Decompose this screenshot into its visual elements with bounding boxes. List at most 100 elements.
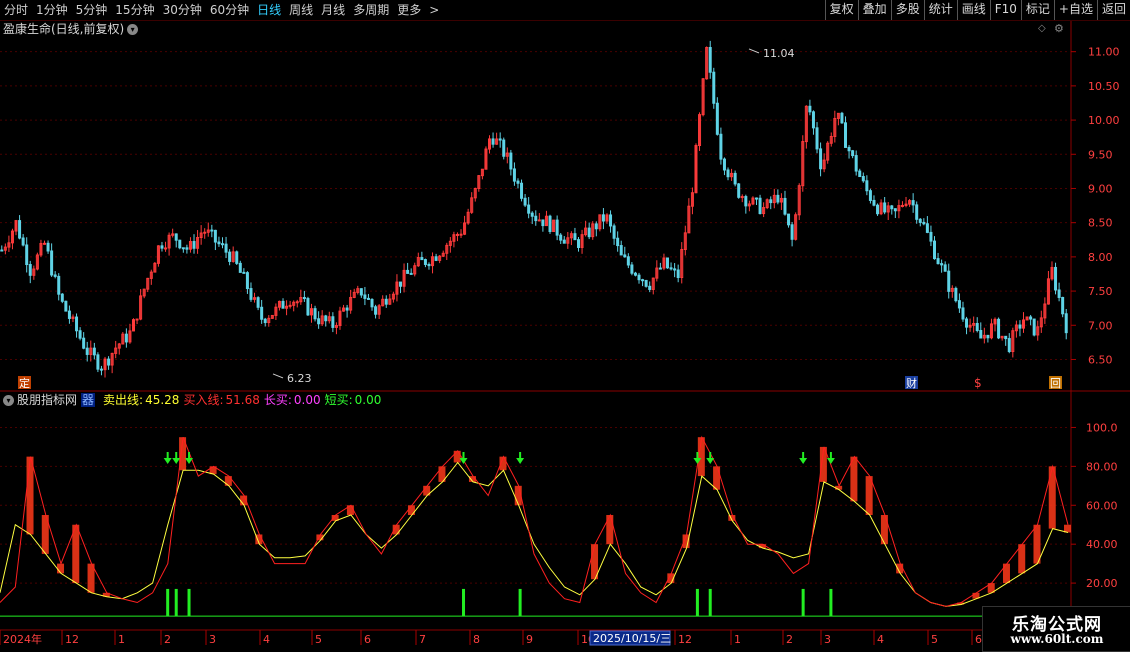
candle-body bbox=[719, 133, 723, 160]
candle-body bbox=[1007, 338, 1011, 353]
candle-body bbox=[498, 138, 502, 141]
candle-body bbox=[925, 223, 929, 233]
candle-body bbox=[844, 122, 847, 148]
signal-bar bbox=[518, 588, 522, 617]
candle-body bbox=[943, 264, 947, 272]
candle-body bbox=[21, 237, 25, 246]
candle-body bbox=[612, 225, 616, 239]
candle-body bbox=[57, 275, 61, 295]
indicator-name[interactable]: 股朋指标网 bbox=[17, 393, 77, 407]
time-axis-label: 8 bbox=[473, 633, 480, 646]
indicator-item-label: 买入线: bbox=[183, 393, 224, 407]
price-tick-label: 6.50 bbox=[1088, 353, 1113, 366]
candle-body bbox=[868, 190, 872, 201]
time-axis-label: 4 bbox=[877, 633, 884, 646]
candle-body bbox=[181, 247, 185, 250]
candle-body bbox=[872, 199, 876, 206]
high-pointer bbox=[748, 48, 760, 54]
candle-body bbox=[281, 300, 285, 309]
candle-body bbox=[534, 215, 538, 222]
time-axis-label: 2024年 bbox=[3, 632, 42, 646]
time-axis-label: 2 bbox=[164, 633, 171, 646]
candle-body bbox=[979, 330, 983, 339]
watermark-logo: 乐淘公式网 www.60lt.com bbox=[982, 606, 1130, 652]
finance-marker[interactable]: 财 bbox=[906, 376, 917, 390]
down-arrow-icon bbox=[172, 458, 181, 464]
candle-body bbox=[1004, 335, 1008, 340]
candle-body bbox=[776, 194, 780, 203]
down-arrow-icon bbox=[516, 458, 525, 464]
stock-title-text: 盈康生命(日线,前复权) bbox=[3, 22, 125, 36]
candle-body bbox=[28, 264, 32, 276]
candle-body bbox=[666, 257, 669, 269]
candle-body bbox=[1054, 266, 1058, 291]
down-arrow-icon bbox=[799, 458, 808, 464]
candle-body bbox=[75, 316, 79, 332]
candle-body bbox=[811, 111, 815, 129]
candle-body bbox=[1061, 296, 1065, 315]
candle-body bbox=[174, 233, 178, 241]
ding-marker[interactable]: 定 bbox=[19, 376, 30, 390]
candle-body bbox=[25, 244, 29, 266]
watermark-url: www.60lt.com bbox=[1010, 632, 1104, 646]
candle-body bbox=[954, 287, 958, 302]
candle-body bbox=[317, 318, 321, 325]
candle-body bbox=[399, 281, 402, 287]
indicator-block bbox=[453, 450, 461, 463]
candle-body bbox=[520, 182, 524, 199]
time-axis-label: 6 bbox=[975, 633, 982, 646]
candle-body bbox=[306, 298, 310, 316]
candle-body bbox=[509, 152, 513, 170]
diamond-icon[interactable]: ◇ bbox=[1038, 23, 1046, 34]
time-axis-label: 2 bbox=[786, 633, 793, 646]
candle-body bbox=[726, 169, 730, 178]
candle-body bbox=[523, 197, 527, 206]
candle-body bbox=[491, 138, 495, 145]
time-axis-label: 3 bbox=[209, 633, 216, 646]
candle-body bbox=[96, 354, 100, 370]
candle-body bbox=[918, 218, 922, 223]
kline-chart[interactable]: 11.0010.5010.009.509.008.508.007.507.006… bbox=[0, 0, 1130, 650]
candle-body bbox=[865, 180, 869, 192]
candle-body bbox=[876, 204, 880, 215]
candle-body bbox=[537, 219, 541, 222]
candle-body bbox=[107, 358, 111, 366]
candle-body bbox=[0, 249, 4, 252]
candle-body bbox=[192, 241, 196, 249]
indicator-block bbox=[224, 476, 232, 486]
indicator-tag[interactable]: 器 bbox=[81, 393, 96, 407]
candle-body bbox=[420, 257, 424, 261]
candle-body bbox=[562, 239, 566, 244]
chevron-down-icon[interactable]: ▾ bbox=[127, 24, 139, 35]
candle-body bbox=[313, 308, 317, 320]
candle-body bbox=[249, 288, 253, 300]
candle-body bbox=[185, 247, 189, 250]
candle-body bbox=[1029, 316, 1033, 320]
indicator-tick-label: 60.00 bbox=[1086, 499, 1118, 512]
candle-body bbox=[933, 240, 936, 260]
candle-body bbox=[1057, 289, 1061, 298]
candle-body bbox=[256, 297, 260, 308]
gear-icon[interactable]: ⚙ bbox=[1054, 22, 1064, 35]
candle-body bbox=[135, 318, 139, 321]
stock-title[interactable]: 盈康生命(日线,前复权) ▾ bbox=[3, 21, 139, 37]
candle-body bbox=[722, 158, 726, 171]
candle-body bbox=[238, 262, 242, 273]
high-price-label: 11.04 bbox=[763, 47, 795, 60]
candle-body bbox=[626, 256, 630, 266]
review-marker[interactable]: 回 bbox=[1050, 377, 1061, 390]
low-price-label: 6.23 bbox=[287, 372, 312, 385]
candle-body bbox=[737, 183, 741, 198]
candle-body bbox=[242, 271, 246, 274]
price-tick-label: 8.50 bbox=[1088, 217, 1113, 230]
candle-body bbox=[929, 231, 933, 242]
candle-body bbox=[915, 204, 919, 220]
candle-body bbox=[961, 307, 965, 320]
candle-body bbox=[217, 241, 221, 245]
candle-body bbox=[744, 196, 748, 207]
dividend-marker[interactable]: $ bbox=[974, 376, 982, 390]
signal-bar bbox=[187, 588, 191, 617]
price-tick-label: 9.50 bbox=[1088, 148, 1113, 161]
chevron-down-icon[interactable]: ▾ bbox=[3, 395, 14, 406]
candle-body bbox=[755, 197, 758, 200]
